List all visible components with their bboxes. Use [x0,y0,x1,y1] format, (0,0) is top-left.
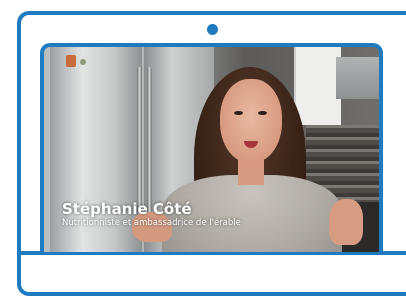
camera-dot-icon [207,24,218,35]
speaker-eye [258,111,267,115]
fridge-magnet [66,55,76,67]
speaker-name: Stéphanie Côté [62,200,192,218]
lower-third-caption: Stéphanie Côté Nutritionniste et ambassa… [62,200,241,229]
fridge-handle [137,67,142,217]
speaker-role: Nutritionniste et ambassadrice de l'érab… [62,218,241,228]
kitchen-cabinet [294,47,341,125]
laptop-screen: Stéphanie Côté Nutritionniste et ambassa… [40,43,383,252]
video-player[interactable]: Stéphanie Côté Nutritionniste et ambassa… [44,47,379,252]
fridge-handle [147,67,152,217]
range-hood [336,57,379,99]
speaker-face [220,79,282,163]
speaker-eye [234,111,243,115]
fridge-magnet [80,59,86,65]
speaker-hand [329,199,363,245]
